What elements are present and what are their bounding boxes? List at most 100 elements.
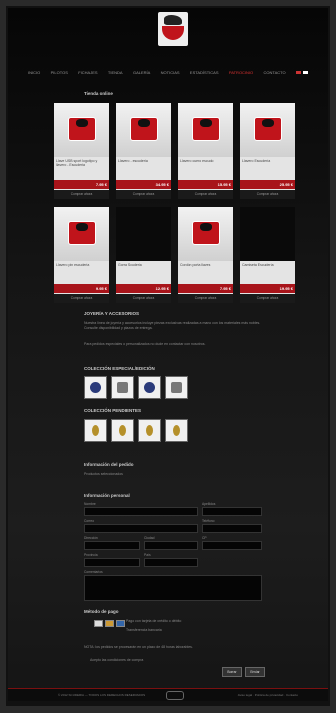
collection-special-title: COLECCIÓN ESPECIAL/EDICIÓN	[84, 366, 155, 371]
product-card[interactable]: Camiseta Escudería 19.95 € Comprar ahora	[240, 207, 295, 303]
horse-icon	[164, 15, 182, 25]
product-name[interactable]: Llave USB sport logotipo y llavero - Esc…	[56, 159, 107, 167]
product-card[interactable]: Gorra Scuderia 12.95 € Comprar ahora	[116, 207, 171, 303]
product-name[interactable]: Cordón porta llaves	[180, 263, 231, 267]
product-card[interactable]: Llavero - escuderia 34.95 € Comprar ahora	[116, 103, 171, 199]
surname-label: Apellidos	[202, 502, 216, 506]
buy-button[interactable]: Comprar ahora	[116, 190, 171, 199]
collection-earrings-thumbs	[84, 419, 188, 442]
zip-label: CP	[202, 536, 207, 540]
product-name[interactable]: Camiseta Escudería	[242, 263, 293, 267]
product-card[interactable]: Cordón porta llaves 7.95 € Comprar ahora	[178, 207, 233, 303]
nav-item[interactable]: FICHAJES	[78, 70, 97, 75]
order-info-title: Información del pedido	[84, 462, 134, 467]
product-price: 9.95 €	[95, 286, 107, 291]
footer-car-icon	[166, 691, 184, 700]
buy-button[interactable]: Comprar ahora	[240, 294, 295, 303]
nav-item[interactable]: CONTACTO	[264, 70, 286, 75]
product-name[interactable]: Llavero cuero escudo	[180, 159, 231, 163]
price-bar: 12.95 €	[116, 284, 171, 293]
buy-button[interactable]: Comprar ahora	[54, 294, 109, 303]
buy-button[interactable]: Comprar ahora	[178, 294, 233, 303]
product-price: 25.95 €	[279, 182, 293, 187]
comments-label: Comentarios	[84, 570, 103, 574]
product-card[interactable]: Llavero pin escuderia 9.95 € Comprar ahora	[54, 207, 109, 303]
product-name[interactable]: Llavero Escudería	[242, 159, 293, 163]
thumb-earring-4[interactable]	[165, 419, 188, 442]
payment-option-card-label: Pago con tarjeta de crédito o débito	[126, 619, 182, 623]
product-card[interactable]: Llavero Escudería 25.95 € Comprar ahora	[240, 103, 295, 199]
nav-item[interactable]: ESTADÍSTICAS	[190, 70, 219, 75]
mastercard-icon	[105, 620, 114, 627]
thumb-earring-3[interactable]	[138, 419, 161, 442]
amex-icon	[116, 620, 125, 627]
terms-label: Acepto las condiciones de compra	[90, 658, 144, 662]
horse-icon	[262, 119, 274, 127]
reset-button[interactable]: Borrar	[222, 667, 242, 677]
province-input[interactable]	[84, 558, 140, 567]
horse-icon	[76, 223, 88, 231]
product-row: Llavero pin escuderia 9.95 € Comprar ahora…	[54, 207, 296, 303]
price-bar: 34.95 €	[116, 180, 171, 189]
collection-special-thumbs	[84, 376, 188, 399]
brand-logo[interactable]	[158, 12, 188, 46]
payment-option-card[interactable]: Pago con tarjeta de crédito o débito	[126, 619, 181, 624]
city-input[interactable]	[144, 541, 198, 550]
store-title: Tienda online	[84, 91, 113, 96]
horse-icon	[200, 223, 212, 231]
footer-links[interactable]: Aviso legal · Política de privacidad · C…	[238, 693, 298, 697]
product-name[interactable]: Gorra Scuderia	[118, 263, 169, 267]
thumb-car-pin[interactable]	[111, 376, 134, 399]
buy-button[interactable]: Comprar ahora	[178, 190, 233, 199]
terms-checkbox[interactable]: Acepto las condiciones de compra	[90, 658, 143, 663]
email-label: Correo	[84, 519, 95, 523]
product-name[interactable]: Llavero pin escuderia	[56, 263, 107, 267]
nav-item[interactable]: PILOTOS	[51, 70, 68, 75]
thumb-earring-2[interactable]	[111, 419, 134, 442]
country-input[interactable]	[144, 558, 198, 567]
product-card[interactable]: Llavero cuero escudo 15.95 € Comprar ahora	[178, 103, 233, 199]
thumb-earring-1[interactable]	[84, 419, 107, 442]
nav-item[interactable]: TIENDA	[108, 70, 123, 75]
phone-input[interactable]	[202, 524, 262, 533]
buy-button[interactable]: Comprar ahora	[116, 294, 171, 303]
order-form: Nombre Apellidos Correo Teléfono Direcci…	[84, 502, 266, 601]
nav-item[interactable]: INICIO	[28, 70, 40, 75]
product-price: 34.95 €	[155, 182, 169, 187]
comments-textarea[interactable]	[84, 575, 262, 601]
card-logos	[94, 620, 125, 627]
product-price: 7.95 €	[95, 182, 107, 187]
payment-option-transfer[interactable]: Transferencia bancaria	[126, 628, 162, 633]
flag-icon[interactable]	[295, 70, 301, 74]
cufflink-icon	[144, 382, 155, 393]
zip-input[interactable]	[202, 541, 262, 550]
jewelry-title: JOYERÍA Y ACCESORIOS	[84, 311, 140, 316]
buy-button[interactable]: Comprar ahora	[240, 190, 295, 199]
surname-input[interactable]	[202, 507, 262, 516]
product-card[interactable]: Llave USB sport logotipo y llavero - Esc…	[54, 103, 109, 199]
crest-shape	[162, 26, 184, 40]
flag-icon[interactable]	[302, 70, 308, 74]
thumb-brooch[interactable]	[84, 376, 107, 399]
product-name[interactable]: Llavero - escuderia	[118, 159, 169, 163]
thumb-tie-clip[interactable]	[165, 376, 188, 399]
footer-copyright: © 2012 SCUDERIA — TODOS LOS DERECHOS RES…	[58, 693, 146, 697]
name-input[interactable]	[84, 507, 198, 516]
buy-button[interactable]: Comprar ahora	[54, 190, 109, 199]
product-grid: Llave USB sport logotipo y llavero - Esc…	[54, 103, 296, 311]
horse-icon	[76, 119, 88, 127]
nav-item[interactable]: PATROCINIO	[229, 70, 253, 75]
product-image[interactable]	[240, 207, 295, 261]
email-input[interactable]	[84, 524, 198, 533]
product-image[interactable]	[116, 207, 171, 261]
price-bar: 7.95 €	[54, 180, 109, 189]
product-price: 15.95 €	[217, 182, 231, 187]
thumb-cufflinks[interactable]	[138, 376, 161, 399]
payment-option-transfer-label: Transferencia bancaria	[126, 628, 162, 632]
street-label: Dirección	[84, 536, 98, 540]
nav-item[interactable]: GALERÍA	[133, 70, 150, 75]
nav-item[interactable]: NOTICIAS	[161, 70, 180, 75]
province-label: Provincia	[84, 553, 98, 557]
street-input[interactable]	[84, 541, 140, 550]
send-button[interactable]: Enviar	[245, 667, 265, 677]
